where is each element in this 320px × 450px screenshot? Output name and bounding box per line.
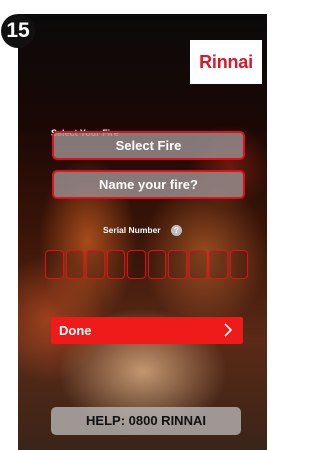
serial-digit-box[interactable] [168,250,187,279]
serial-number-label: Serial Number [102,225,161,235]
step-number-badge: 15 [1,14,35,48]
help-question-icon[interactable]: ? [171,225,182,237]
serial-number-row: Serial Number ? [18,225,267,237]
serial-digit-box[interactable] [147,250,166,279]
select-fire-button[interactable]: Select Fire [52,131,245,160]
serial-digit-box[interactable] [86,250,105,279]
done-button[interactable]: Done [51,317,243,344]
serial-digit-box[interactable] [188,250,207,279]
name-your-fire-input[interactable]: Name your fire? [52,170,245,199]
rinnai-logo-text: Rinnai [199,51,253,72]
app-screen: Rinnai Select Your Fire Select Fire Name… [18,14,267,450]
serial-digit-box[interactable] [229,250,248,279]
serial-number-input-group[interactable] [45,250,248,279]
serial-digit-box[interactable] [209,250,228,279]
serial-digit-box[interactable] [106,250,125,279]
help-phone-button[interactable]: HELP: 0800 RINNAI [51,407,241,435]
serial-digit-box[interactable] [127,250,146,279]
done-button-label: Done [59,323,92,338]
chevron-right-icon [224,323,233,337]
rinnai-logo: Rinnai [190,40,262,84]
serial-digit-box[interactable] [45,250,64,279]
serial-digit-box[interactable] [65,250,84,279]
